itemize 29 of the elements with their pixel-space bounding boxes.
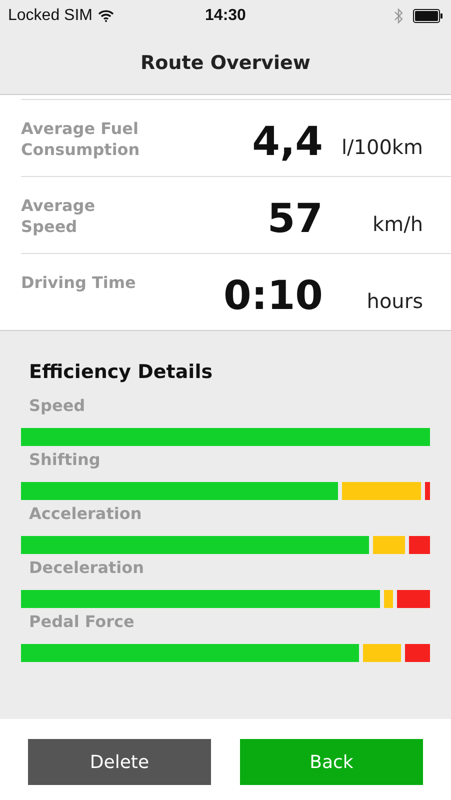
- section-title: Efficiency Details: [29, 361, 214, 383]
- metric-label: Average Fuel Consumption: [21, 118, 141, 160]
- warning-segment: [362, 644, 401, 662]
- clock-time: 14:30: [205, 7, 246, 24]
- delete-button[interactable]: Delete: [28, 739, 211, 785]
- metric-label: Average Speed: [21, 195, 96, 237]
- poor-segment: [409, 536, 430, 554]
- carrier-label: Locked SIM: [8, 7, 92, 25]
- poor-segment: [405, 644, 430, 662]
- poor-segment: [425, 482, 430, 500]
- metric-value: 57: [267, 195, 323, 242]
- efficiency-label: Deceleration: [29, 557, 146, 579]
- screen-title: Route Overview: [140, 52, 310, 74]
- metric-value: 4,4: [252, 118, 323, 165]
- efficiency-label: Shifting: [29, 449, 102, 471]
- battery-icon: [413, 9, 443, 23]
- metric-value: 0:10: [224, 272, 323, 319]
- poor-segment: [396, 590, 430, 608]
- warning-segment: [384, 590, 394, 608]
- efficiency-label: Speed: [29, 395, 86, 417]
- metric-label: Driving Time: [21, 272, 137, 293]
- efficiency-label: Pedal Force: [29, 611, 136, 633]
- metric-unit: l/100km: [340, 134, 423, 159]
- metric-unit: km/h: [372, 211, 423, 236]
- warning-segment: [373, 536, 405, 554]
- metric-unit: hours: [366, 288, 423, 313]
- bluetooth-icon: [394, 8, 403, 24]
- wifi-icon: [98, 10, 114, 22]
- efficiency-label: Acceleration: [29, 503, 143, 525]
